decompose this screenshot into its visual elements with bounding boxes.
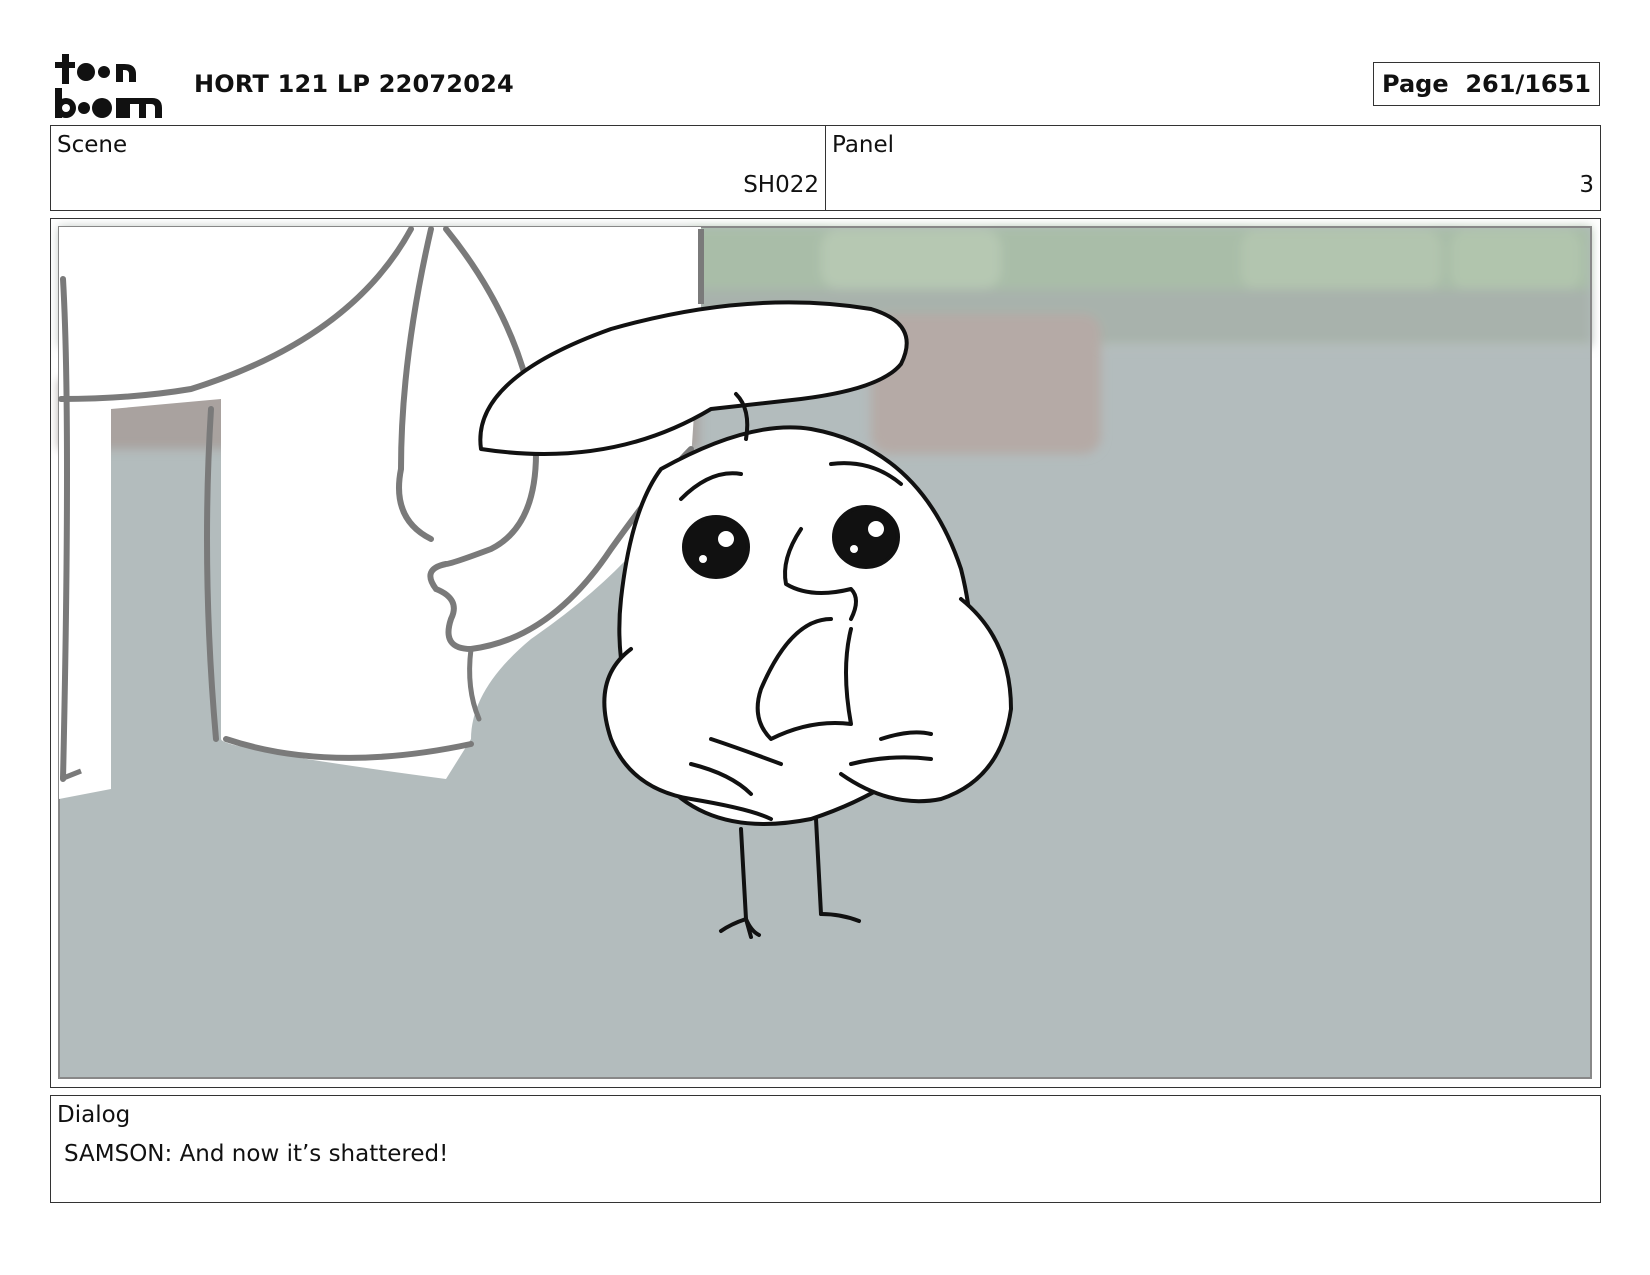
dialog-text: SAMSON: And now it’s shattered! xyxy=(64,1141,449,1167)
dialog-label: Dialog xyxy=(57,1102,131,1128)
document-title: HORT 121 LP 22072024 xyxy=(194,70,514,98)
scene-panel-row: Scene SH022 Panel 3 xyxy=(50,125,1601,211)
panel-cell: Panel 3 xyxy=(825,126,1600,210)
scene-value: SH022 xyxy=(743,172,819,198)
panel-value: 3 xyxy=(1579,172,1594,198)
storyboard-panel-image xyxy=(50,218,1601,1088)
scene-label: Scene xyxy=(57,132,128,158)
toon-boom-logo xyxy=(55,54,162,118)
panel-drawing xyxy=(58,226,1592,1079)
page-number: Page 261/1651 xyxy=(1373,62,1600,106)
dialog-box: Dialog SAMSON: And now it’s shattered! xyxy=(50,1095,1601,1203)
scene-cell: Scene SH022 xyxy=(51,126,825,210)
panel-label: Panel xyxy=(832,132,895,158)
